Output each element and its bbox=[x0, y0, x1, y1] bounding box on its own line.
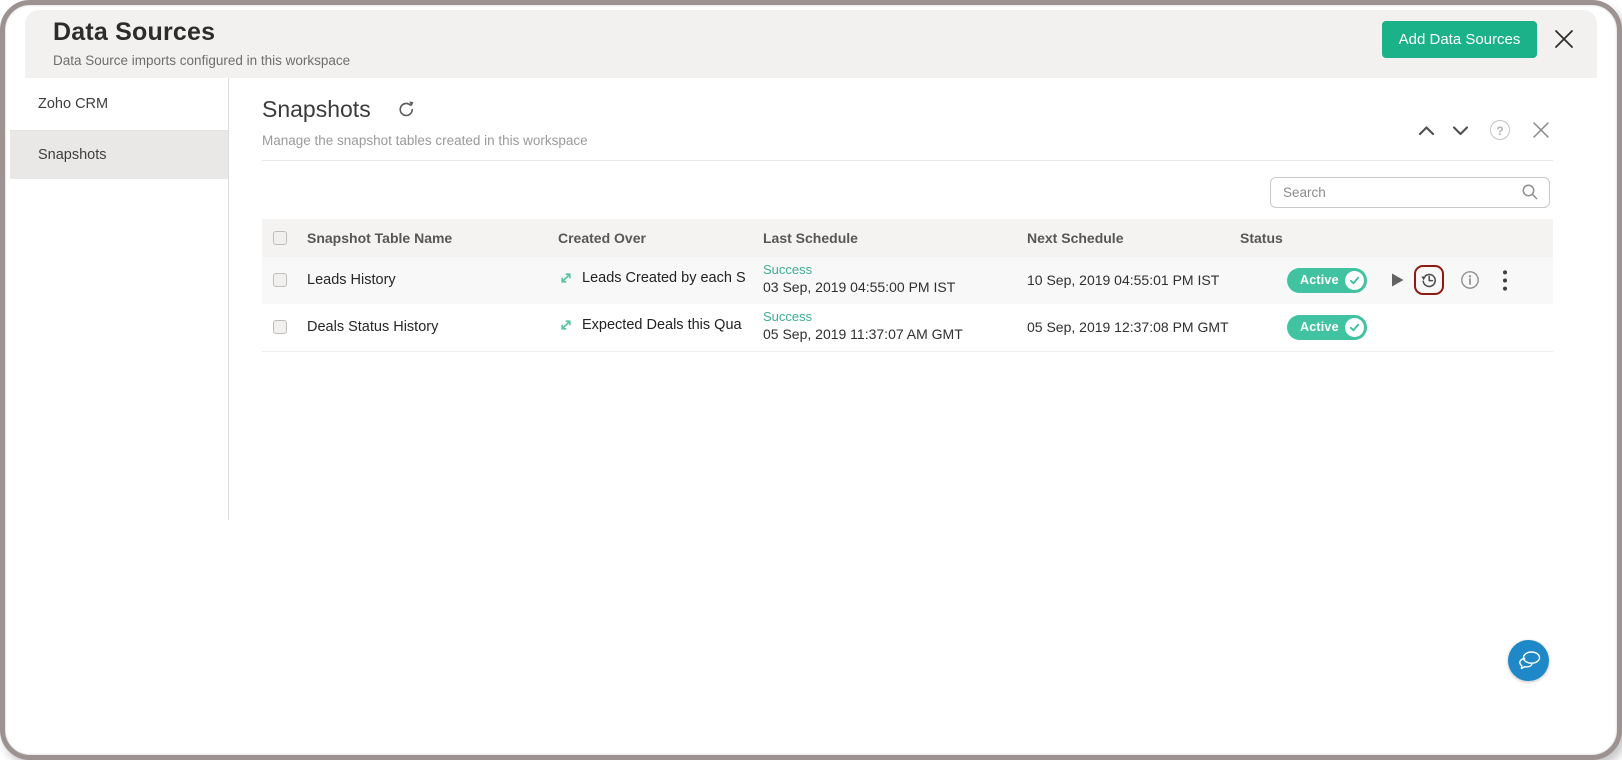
chevron-up-icon[interactable] bbox=[1418, 125, 1435, 136]
status-badge[interactable]: Active bbox=[1287, 315, 1367, 340]
table-row: Deals Status History Expected Deals this… bbox=[262, 304, 1553, 352]
modal-header: Data Sources Data Source imports configu… bbox=[25, 10, 1597, 78]
search-icon[interactable] bbox=[1521, 183, 1539, 206]
panel-close-icon[interactable] bbox=[1530, 119, 1552, 141]
chat-bubbles-icon bbox=[1517, 650, 1541, 671]
last-schedule-status: Success bbox=[763, 262, 955, 277]
sync-history-button-annotated[interactable] bbox=[1414, 265, 1444, 295]
panel-heading: Snapshots bbox=[262, 96, 416, 123]
data-sources-modal: Data Sources Data Source imports configu… bbox=[0, 0, 1622, 760]
run-now-button[interactable] bbox=[1390, 272, 1405, 293]
checkmark-circle-icon bbox=[1345, 271, 1364, 290]
last-schedule-status: Success bbox=[763, 309, 963, 324]
row-checkbox[interactable] bbox=[273, 320, 287, 334]
page-title: Data Sources bbox=[53, 18, 215, 47]
created-over-link[interactable]: Expected Deals this Qua bbox=[558, 317, 742, 333]
section-divider bbox=[262, 160, 1553, 161]
column-header: Snapshot Table Name bbox=[307, 230, 452, 246]
select-all-checkbox[interactable] bbox=[273, 231, 287, 245]
table-row: Leads History Leads Created by each S Su… bbox=[262, 257, 1553, 305]
sidebar-item-label: Zoho CRM bbox=[38, 96, 108, 112]
page-subtitle: Data Source imports configured in this w… bbox=[53, 53, 350, 68]
window-frame bbox=[0, 0, 1622, 760]
refresh-icon[interactable] bbox=[397, 100, 416, 119]
add-data-sources-button[interactable]: Add Data Sources bbox=[1382, 21, 1537, 58]
sidebar-item-zoho-crm[interactable]: Zoho CRM bbox=[10, 78, 228, 131]
more-options-button[interactable] bbox=[1502, 269, 1508, 298]
snapshot-name: Deals Status History bbox=[307, 319, 438, 335]
status-badge[interactable]: Active bbox=[1287, 268, 1367, 293]
support-chat-button[interactable] bbox=[1508, 640, 1549, 681]
next-schedule-time: 10 Sep, 2019 04:55:01 PM IST bbox=[1027, 272, 1219, 288]
column-header: Status bbox=[1240, 230, 1283, 246]
last-schedule-time: 03 Sep, 2019 04:55:00 PM IST bbox=[763, 279, 955, 295]
snapshot-name: Leads History bbox=[307, 272, 396, 288]
column-header: Created Over bbox=[558, 230, 646, 246]
status-badge-label: Active bbox=[1300, 273, 1339, 287]
info-button[interactable] bbox=[1460, 270, 1480, 295]
search-input[interactable] bbox=[1270, 177, 1550, 208]
column-header: Last Schedule bbox=[763, 230, 858, 246]
status-badge-label: Active bbox=[1300, 320, 1339, 334]
sync-history-icon bbox=[1419, 270, 1439, 290]
chevron-down-icon[interactable] bbox=[1452, 125, 1469, 136]
modal-close-icon[interactable] bbox=[1551, 26, 1577, 52]
sidebar-item-snapshots[interactable]: Snapshots bbox=[10, 131, 228, 179]
info-icon bbox=[1460, 270, 1480, 290]
row-checkbox[interactable] bbox=[273, 273, 287, 287]
help-icon[interactable]: ? bbox=[1490, 120, 1510, 140]
created-over-text: Expected Deals this Qua bbox=[582, 317, 742, 333]
next-schedule-time: 05 Sep, 2019 12:37:08 PM GMT bbox=[1027, 319, 1229, 335]
sidebar-item-label: Snapshots bbox=[38, 147, 107, 163]
panel-title-text: Snapshots bbox=[262, 96, 371, 123]
play-icon bbox=[1390, 272, 1405, 288]
last-schedule-cell: Success 03 Sep, 2019 04:55:00 PM IST bbox=[763, 262, 955, 295]
created-over-text: Leads Created by each S bbox=[582, 270, 746, 286]
sidebar-divider bbox=[228, 78, 229, 520]
kebab-icon bbox=[1502, 269, 1508, 293]
table-header-row: Snapshot Table Name Created Over Last Sc… bbox=[262, 219, 1553, 257]
column-header: Next Schedule bbox=[1027, 230, 1123, 246]
last-schedule-time: 05 Sep, 2019 11:37:07 AM GMT bbox=[763, 326, 963, 342]
open-link-icon bbox=[558, 317, 574, 333]
open-link-icon bbox=[558, 270, 574, 286]
sidebar: Zoho CRM Snapshots bbox=[10, 78, 228, 179]
checkmark-circle-icon bbox=[1345, 318, 1364, 337]
last-schedule-cell: Success 05 Sep, 2019 11:37:07 AM GMT bbox=[763, 309, 963, 342]
panel-subtitle: Manage the snapshot tables created in th… bbox=[262, 133, 588, 148]
created-over-link[interactable]: Leads Created by each S bbox=[558, 270, 746, 286]
